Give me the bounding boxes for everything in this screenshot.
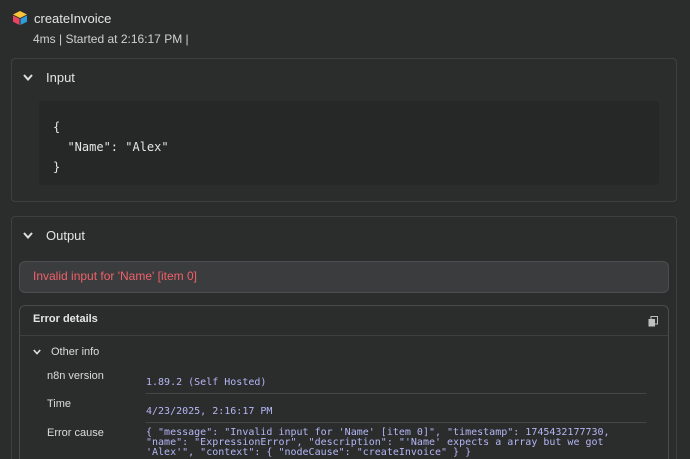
error-message-banner: Invalid input for 'Name' [item 0] xyxy=(19,261,669,293)
chevron-down-icon[interactable] xyxy=(20,227,36,243)
row-divider xyxy=(146,393,646,394)
row-label: n8n version xyxy=(47,370,104,382)
other-info-toggle[interactable]: Other info xyxy=(32,346,99,358)
row-value: 'Alex'", "context": { "nodeCause": "crea… xyxy=(146,447,472,458)
chevron-down-icon[interactable] xyxy=(20,69,36,85)
input-panel-header[interactable]: Input xyxy=(12,59,676,95)
other-info-label: Other info xyxy=(51,346,100,358)
row-divider xyxy=(146,422,646,423)
code-line: "Name": "Alex" xyxy=(53,140,169,154)
node-title: createInvoice xyxy=(34,10,112,26)
input-json-code: { "Name": "Alex"} xyxy=(39,101,659,185)
output-panel: Output Invalid input for 'Name' [item 0]… xyxy=(11,216,677,459)
input-panel-title: Input xyxy=(46,69,75,85)
error-details-title: Error details xyxy=(33,313,98,325)
chevron-down-icon[interactable] xyxy=(32,347,42,357)
copy-icon[interactable] xyxy=(648,316,658,327)
code-line: { xyxy=(53,120,61,134)
error-details-box: Error details Other info n8n version 1.8… xyxy=(19,305,669,459)
output-panel-title: Output xyxy=(46,227,86,243)
row-value: 4/23/2025, 2:16:17 PM xyxy=(146,406,273,417)
node-header: createInvoice xyxy=(12,10,111,26)
node-logo-icon xyxy=(13,11,27,25)
row-value: 1.89.2 (Self Hosted) xyxy=(146,377,267,388)
code-line: } xyxy=(53,160,61,174)
row-label: Error cause xyxy=(47,427,104,439)
error-details-header: Error details xyxy=(20,306,668,336)
output-panel-header[interactable]: Output xyxy=(12,217,676,253)
row-label: Time xyxy=(47,398,72,410)
execution-meta: 4ms | Started at 2:16:17 PM | xyxy=(33,32,189,46)
input-panel: Input { "Name": "Alex"} xyxy=(11,58,677,202)
